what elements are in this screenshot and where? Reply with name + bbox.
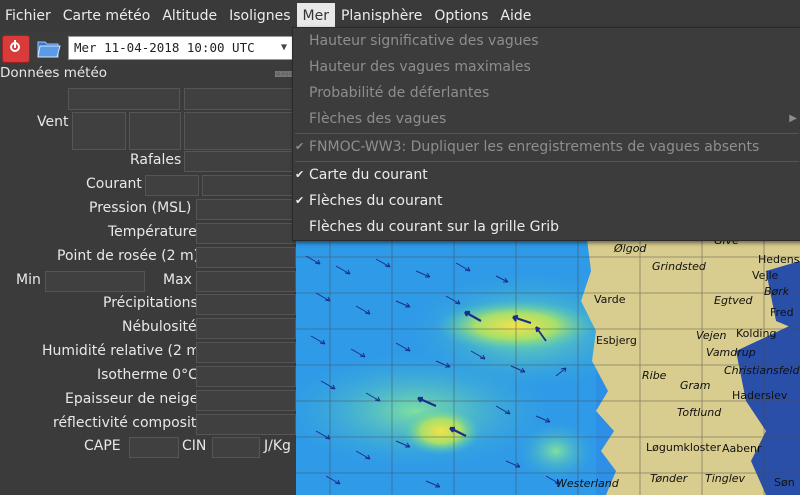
- town-label: Grindsted: [652, 260, 707, 273]
- town-label: Fred: [770, 306, 794, 319]
- data-cell: [196, 414, 296, 435]
- data-cell: [184, 112, 296, 150]
- town-label: Gram: [680, 379, 711, 392]
- town-label: Hedens: [758, 253, 800, 266]
- check-icon: ✔: [295, 140, 305, 153]
- town-label: Haderslev: [732, 389, 788, 402]
- town-label: Ribe: [642, 369, 667, 382]
- label-nebulosite: Nébulosité: [122, 319, 197, 335]
- menu-item-label: Hauteur significative des vagues: [309, 33, 539, 49]
- menu-item-fleches-courant[interactable]: ✔ Flèches du courant: [293, 188, 800, 214]
- menu-item-fleches-vagues[interactable]: Flèches des vagues ▶: [293, 106, 800, 132]
- data-cell: [196, 199, 296, 220]
- town-label: Esbjerg: [596, 334, 637, 347]
- data-cell: [196, 294, 296, 315]
- menu-item-label: Flèches du courant: [309, 193, 443, 209]
- label-neige: Epaisseur de neige: [65, 391, 199, 407]
- town-label: Vejen: [696, 329, 726, 342]
- menu-item-label: Flèches des vagues: [309, 111, 447, 127]
- label-precipitations: Précipitations: [103, 295, 198, 311]
- panel-title: Données météo: [0, 65, 108, 81]
- label-rosee: Point de rosée (2 m): [57, 248, 200, 264]
- town-label: Vamdrup: [706, 346, 756, 359]
- label-humidite: Humidité relative (2 m): [42, 343, 206, 359]
- datetime-select[interactable]: Mer 11-04-2018 10:00 UTC ▼: [68, 36, 294, 60]
- menu-aide[interactable]: Aide: [494, 3, 537, 29]
- open-folder-icon[interactable]: [36, 35, 62, 61]
- town-label: Tønder: [650, 472, 689, 485]
- town-label: Christiansfeld: [724, 364, 800, 377]
- data-cell: [202, 175, 296, 196]
- label-pression: Pression (MSL): [89, 200, 192, 216]
- menu-item-carte-courant[interactable]: ✔ Carte du courant: [293, 162, 800, 188]
- menu-item-hauteur-maximales[interactable]: Hauteur des vagues maximales: [293, 54, 800, 80]
- menu-isolignes[interactable]: Isolignes: [223, 3, 296, 29]
- label-reflectivite: réflectivité composite: [53, 415, 205, 431]
- datetime-value: Mer 11-04-2018 10:00 UTC: [74, 40, 255, 55]
- data-cell: [196, 223, 296, 244]
- label-min: Min: [16, 272, 41, 288]
- town-label: Varde: [594, 293, 626, 306]
- menu-item-hauteur-significative[interactable]: Hauteur significative des vagues: [293, 28, 800, 54]
- label-isotherme: Isotherme 0°C: [97, 367, 198, 383]
- menu-altitude[interactable]: Altitude: [156, 3, 223, 29]
- data-cell: [196, 247, 296, 268]
- town-label: Kolding: [736, 327, 776, 340]
- label-temperature: Température: [108, 224, 197, 240]
- data-cell: [196, 390, 296, 411]
- label-cin: CIN: [182, 438, 207, 454]
- check-icon: ✔: [295, 194, 305, 207]
- data-cell: [45, 271, 145, 292]
- data-cell: [196, 342, 296, 363]
- menu-item-fleches-courant-grib[interactable]: Flèches du courant sur la grille Grib: [293, 214, 800, 240]
- check-icon: ✔: [295, 168, 305, 181]
- data-cell: [129, 437, 179, 458]
- menu-item-probabilite-deferlantes[interactable]: Probabilité de déferlantes: [293, 80, 800, 106]
- town-label: Ølgod: [613, 242, 647, 255]
- chevron-down-icon: ▼: [280, 42, 287, 53]
- town-label: Egtved: [714, 294, 754, 307]
- data-cell: [212, 437, 260, 458]
- label-jkg: J/Kg: [264, 438, 291, 454]
- toolbar: Mer 11-04-2018 10:00 UTC ▼: [0, 31, 296, 63]
- data-cell: [72, 112, 126, 150]
- town-label: Westerland: [556, 477, 620, 490]
- menu-options[interactable]: Options: [428, 3, 494, 29]
- menu-mer[interactable]: Mer: [296, 2, 335, 29]
- menu-item-label: Hauteur des vagues maximales: [309, 59, 531, 75]
- town-label: Toftlund: [677, 406, 722, 419]
- town-label: Børk: [764, 285, 790, 298]
- mer-dropdown-menu: Hauteur significative des vagues Hauteur…: [292, 27, 800, 241]
- data-cell: [196, 318, 296, 339]
- town-label: Søn: [774, 476, 795, 489]
- label-max: Max: [163, 272, 192, 288]
- label-cape: CAPE: [84, 438, 121, 454]
- data-cell: [196, 366, 296, 387]
- submenu-arrow-icon: ▶: [789, 113, 797, 124]
- menu-planisphere[interactable]: Planisphère: [335, 3, 428, 29]
- menu-item-label: Probabilité de déferlantes: [309, 85, 490, 101]
- town-label: Aabenr: [722, 442, 762, 455]
- data-cell: [129, 112, 181, 150]
- power-icon[interactable]: [2, 35, 30, 63]
- menu-item-label: Carte du courant: [309, 167, 428, 183]
- data-cell: [145, 175, 199, 196]
- label-rafales: Rafales: [130, 152, 182, 168]
- label-courant: Courant: [86, 176, 142, 192]
- data-cell: [68, 88, 180, 110]
- weather-data-panel: Données météo ▩▩▩ Vent Rafales Courant P…: [0, 63, 296, 495]
- menu-fichier[interactable]: Fichier: [0, 3, 57, 29]
- town-label: Vejle: [752, 269, 779, 282]
- data-cell: [184, 151, 296, 172]
- town-label: Tinglev: [705, 472, 746, 485]
- menu-item-label: FNMOC-WW3: Dupliquer les enregistrements…: [309, 139, 760, 155]
- data-cell: [184, 88, 296, 110]
- menu-carte-meteo[interactable]: Carte météo: [57, 3, 157, 29]
- menu-item-label: Flèches du courant sur la grille Grib: [309, 219, 560, 235]
- menu-item-fnmoc-dupliquer[interactable]: ✔ FNMOC-WW3: Dupliquer les enregistremen…: [293, 134, 800, 160]
- label-vent: Vent: [37, 114, 69, 130]
- data-cell: [196, 271, 296, 292]
- town-label: Løgumkloster: [646, 441, 721, 454]
